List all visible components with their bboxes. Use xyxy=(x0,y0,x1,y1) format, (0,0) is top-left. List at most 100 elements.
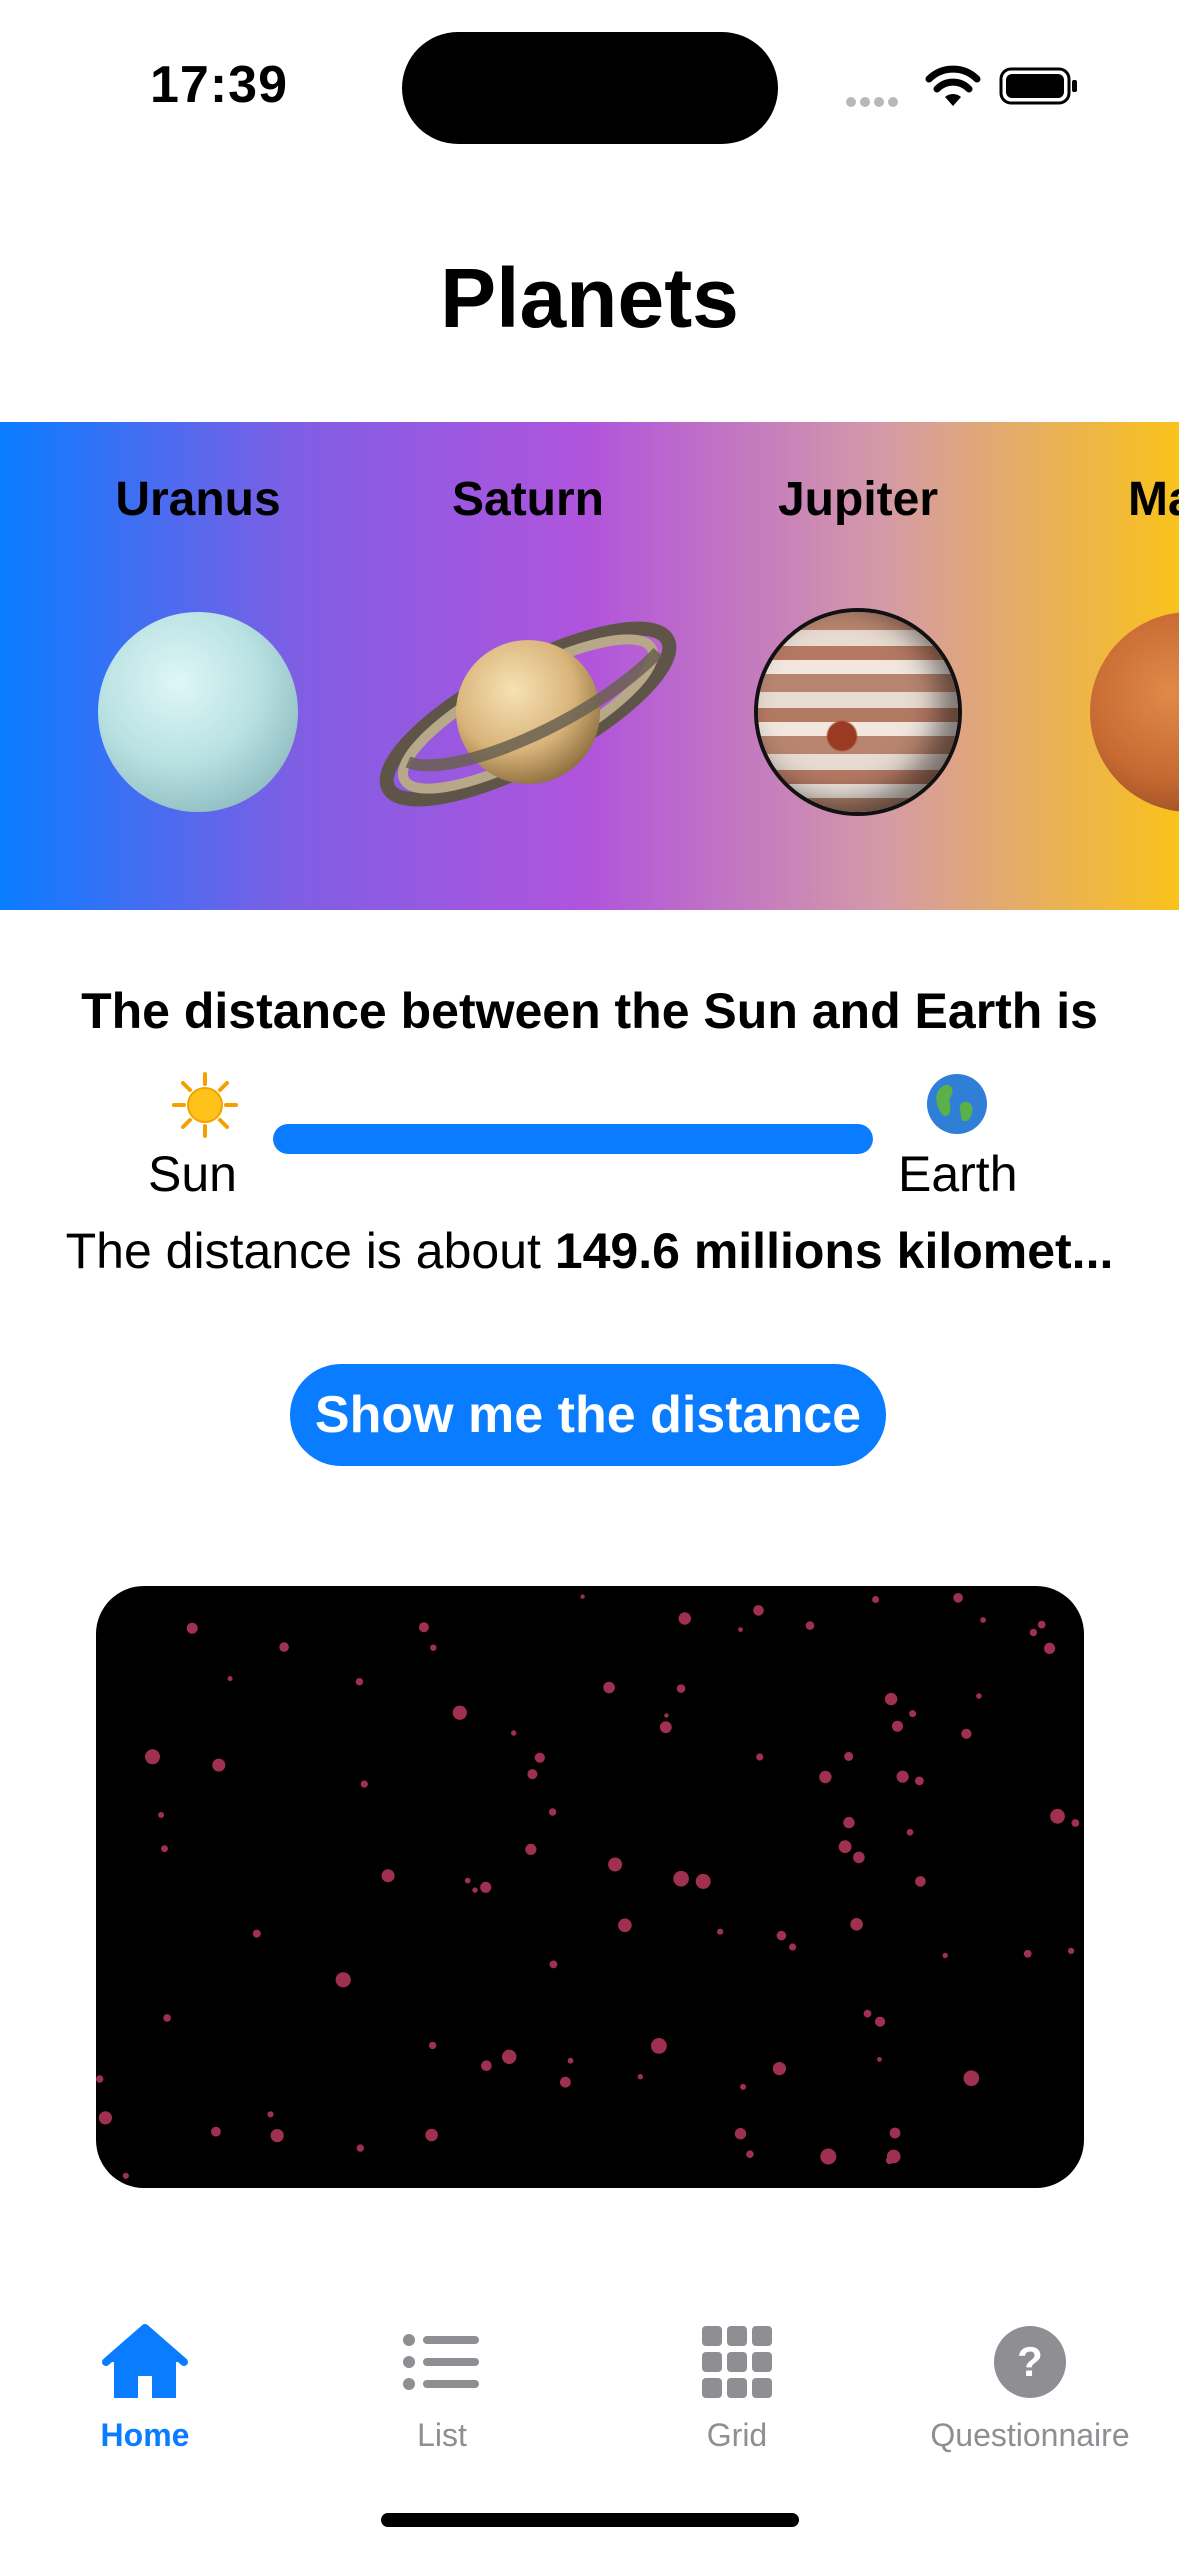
tab-questionnaire[interactable]: ? Questionnaire xyxy=(920,2320,1140,2454)
star-dot xyxy=(1029,1628,1038,1637)
star-dot xyxy=(756,1753,764,1761)
star-dot xyxy=(430,1644,437,1651)
star-dot xyxy=(355,1678,364,1686)
earth-icon xyxy=(927,1074,987,1134)
star-dot xyxy=(603,1681,615,1694)
star-dot xyxy=(678,1612,691,1625)
star-dot xyxy=(637,2074,643,2080)
tab-label: Grid xyxy=(706,2417,768,2453)
distance-heading: The distance between the Sun and Earth i… xyxy=(81,983,1098,1039)
star-dot xyxy=(1037,1620,1046,1629)
star-dot xyxy=(961,1728,972,1739)
star-dot xyxy=(252,1929,261,1938)
dynamic-island xyxy=(402,32,778,144)
star-dot xyxy=(212,1758,226,1772)
star-dot xyxy=(227,1676,233,1682)
star-dot xyxy=(472,1887,478,1893)
status-time: 17:39 xyxy=(150,56,288,114)
tab-label: Home xyxy=(100,2417,190,2453)
star-dot xyxy=(580,1594,585,1599)
star-dot xyxy=(651,2038,667,2054)
question-icon: ? xyxy=(994,2326,1066,2398)
star-dot xyxy=(360,1780,368,1788)
star-dot xyxy=(889,2127,901,2139)
star-dot xyxy=(850,1918,863,1931)
distance-value: 149.6 millions kilomet... xyxy=(554,1223,1114,1279)
star-dot xyxy=(1068,1947,1075,1954)
planet-name: Jupiter xyxy=(777,473,939,526)
star-dot xyxy=(608,1857,623,1872)
wifi-icon xyxy=(925,65,981,106)
planet-card-saturn[interactable]: Saturn xyxy=(378,422,678,910)
star-dot xyxy=(676,1684,686,1693)
star-dot xyxy=(502,2049,517,2064)
planet-card-jupiter[interactable]: Jupiter xyxy=(708,422,1008,910)
star-dot xyxy=(740,2083,747,2090)
earth-label: Earth xyxy=(898,1146,1018,1202)
star-dot xyxy=(892,1720,903,1732)
star-dot xyxy=(915,1876,926,1887)
home-indicator xyxy=(381,2513,799,2527)
star-dot xyxy=(843,1816,855,1829)
star-dot xyxy=(819,1770,832,1784)
star-dot xyxy=(464,1877,471,1884)
star-dot xyxy=(163,2014,171,2022)
star-dot xyxy=(953,1593,963,1603)
show-distance-button[interactable]: Show me the distance xyxy=(290,1364,886,1466)
star-dot xyxy=(567,2057,574,2064)
star-dot xyxy=(738,1627,743,1632)
star-dot xyxy=(963,2070,980,2086)
list-icon xyxy=(403,2334,479,2390)
uranus-image xyxy=(98,612,298,812)
star-dot xyxy=(980,1617,986,1623)
star-dot xyxy=(145,1749,160,1765)
star-dot xyxy=(872,1596,880,1603)
star-dot xyxy=(211,2126,221,2137)
star-dot xyxy=(267,2111,274,2118)
star-dot xyxy=(525,1843,537,1855)
star-dot xyxy=(909,1710,917,1718)
star-dot xyxy=(915,1776,924,1786)
star-dot xyxy=(480,1881,492,1893)
distance-progress-fill xyxy=(273,1124,873,1154)
star-dot xyxy=(527,1769,538,1780)
starfield-view xyxy=(96,1586,1084,2188)
planet-card-uranus[interactable]: Uranus xyxy=(48,422,348,910)
page-title: Planets xyxy=(440,251,739,345)
star-dot xyxy=(161,1845,168,1853)
sun-label: Sun xyxy=(148,1146,237,1202)
tab-list[interactable]: List xyxy=(332,2320,552,2454)
star-dot xyxy=(789,1943,797,1951)
star-dot xyxy=(772,2062,787,2076)
star-dot xyxy=(673,1870,689,1887)
star-dot xyxy=(776,1930,787,1941)
star-dot xyxy=(279,1642,289,1652)
distance-progress-bar xyxy=(273,1124,873,1154)
star-dot xyxy=(1044,1642,1056,1654)
star-dot xyxy=(381,1869,395,1883)
star-dot xyxy=(695,1873,711,1889)
planet-card-mars[interactable]: Ma xyxy=(1038,422,1179,910)
star-dot xyxy=(548,1808,557,1816)
star-dot xyxy=(560,2076,571,2088)
star-dot xyxy=(98,2111,112,2125)
star-dot xyxy=(976,1693,982,1699)
svg-text:?: ? xyxy=(1017,2338,1043,2385)
star-dot xyxy=(122,2172,129,2179)
star-dot xyxy=(820,2148,837,2165)
jupiter-image xyxy=(758,612,958,812)
planet-carousel[interactable]: Uranus Saturn Jupiter Ma xyxy=(0,422,1179,910)
star-dot xyxy=(534,1752,545,1763)
star-dot xyxy=(734,2128,747,2140)
star-dot xyxy=(618,1918,632,1933)
star-dot xyxy=(884,1692,898,1706)
cellular-signal-icon xyxy=(846,94,906,107)
tab-grid[interactable]: Grid xyxy=(627,2320,847,2454)
saturn-image xyxy=(379,621,677,807)
tab-home[interactable]: Home xyxy=(35,2320,255,2454)
star-dot xyxy=(418,1622,429,1633)
battery-icon xyxy=(999,67,1077,105)
star-dot xyxy=(186,1622,198,1634)
star-dot xyxy=(844,1751,854,1761)
distance-text-prefix: The distance is about xyxy=(65,1223,555,1279)
